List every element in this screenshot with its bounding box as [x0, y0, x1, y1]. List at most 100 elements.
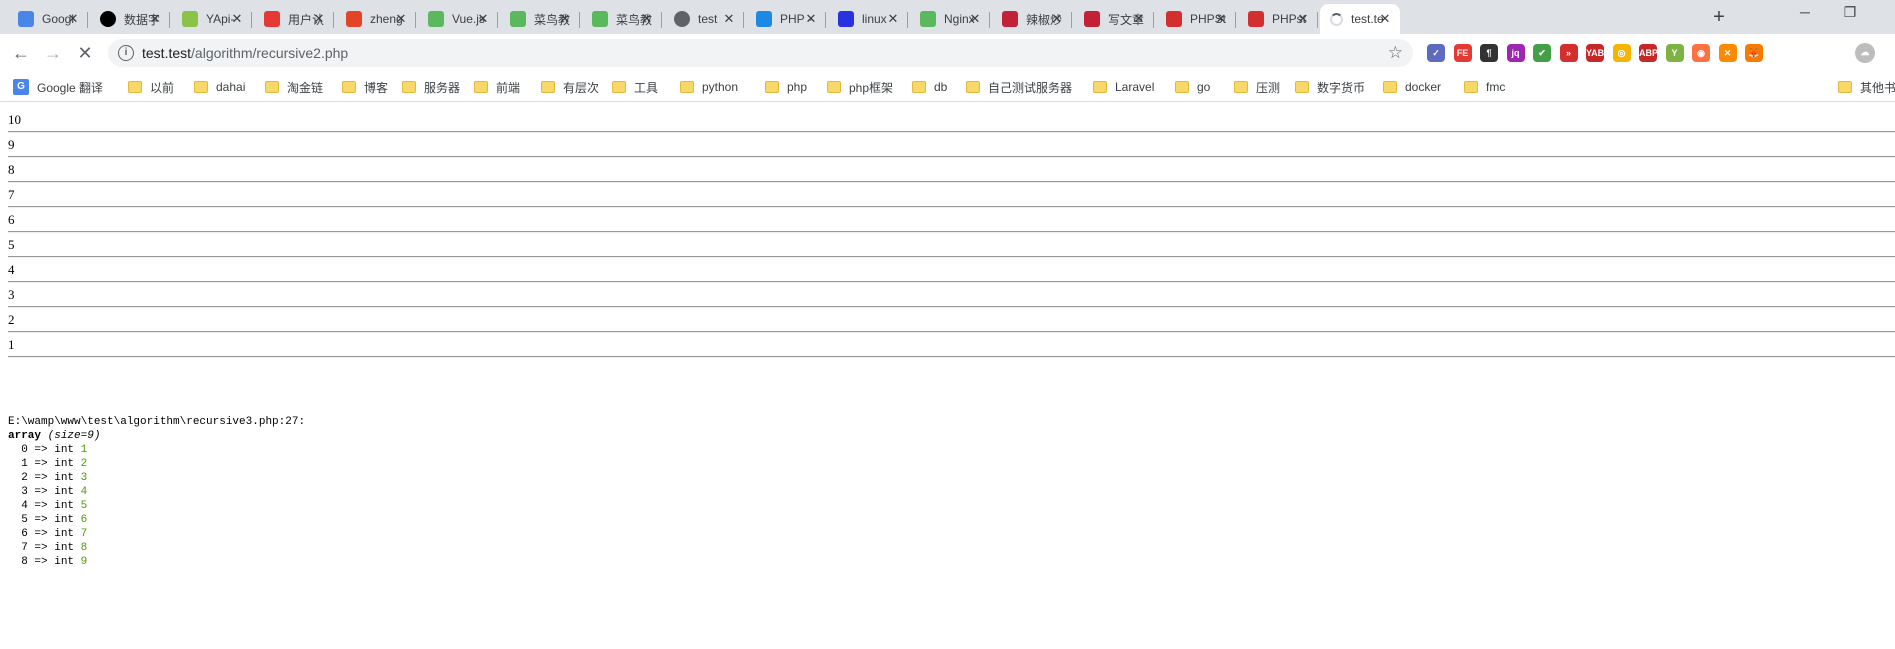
extension-forward-icon[interactable]: »: [1559, 44, 1578, 62]
extension-fe-icon[interactable]: FE: [1453, 44, 1472, 62]
address-url[interactable]: test.test/algorithm/recursive2.php: [142, 45, 348, 61]
bookmark-label: 前端: [496, 80, 521, 95]
bookmark-15[interactable]: go: [1175, 79, 1210, 95]
stop-loading-button[interactable]: ✕: [74, 42, 96, 64]
tab-8[interactable]: test ✕: [664, 4, 744, 34]
close-tab-icon[interactable]: ✕: [148, 12, 162, 26]
close-tab-icon[interactable]: ✕: [640, 12, 654, 26]
tab-14[interactable]: PHPSt ✕: [1156, 4, 1236, 34]
restore-button[interactable]: ❐: [1830, 4, 1870, 24]
bookmark-6[interactable]: 前端: [474, 79, 520, 95]
address-bar[interactable]: i test.test/algorithm/recursive2.php ☆: [108, 39, 1413, 67]
dump-key: 4: [21, 500, 28, 512]
tab-10[interactable]: linux ✕: [828, 4, 908, 34]
tab-1[interactable]: 数据字 ✕: [90, 4, 170, 34]
csdn-icon: [1002, 11, 1018, 27]
dump-type: int: [54, 528, 75, 540]
tab-7[interactable]: 菜鸟教 ✕: [582, 4, 662, 34]
extension-paragraph-icon[interactable]: ¶: [1480, 44, 1498, 62]
dump-key: 6: [21, 528, 28, 540]
bookmark-7[interactable]: 有层次: [541, 79, 599, 95]
tab-6[interactable]: 菜鸟教 ✕: [500, 4, 580, 34]
extension-fox-icon[interactable]: 🦊: [1745, 44, 1763, 62]
bookmark-20[interactable]: 其他书: [1838, 79, 1895, 95]
extension-x-icon[interactable]: ✕: [1718, 44, 1737, 62]
close-tab-icon[interactable]: ✕: [1132, 12, 1146, 26]
extension-jqp-icon[interactable]: jq: [1506, 44, 1525, 62]
bookmark-3[interactable]: 淘金链: [265, 79, 323, 95]
bookmark-label: dahai: [216, 80, 246, 94]
bookmark-label: php框架: [849, 80, 894, 95]
folder-icon: [827, 81, 841, 93]
bookmark-9[interactable]: python: [680, 79, 738, 95]
dump-key: 7: [21, 542, 28, 554]
extension-yapi-icon[interactable]: Y: [1665, 44, 1684, 62]
extension-abp-icon[interactable]: ABP: [1639, 44, 1658, 62]
close-tab-icon[interactable]: ✕: [886, 12, 900, 26]
extension-shield-icon[interactable]: ✔: [1533, 44, 1551, 62]
dump-entry: 5 => int 6: [21, 514, 88, 526]
bookmark-19[interactable]: fmc: [1464, 79, 1505, 95]
dump-value: 5: [80, 500, 88, 512]
tab-5[interactable]: Vue.js ✕: [418, 4, 498, 34]
close-tab-icon[interactable]: ✕: [66, 12, 80, 26]
bookmark-16[interactable]: 压测: [1234, 79, 1280, 95]
close-tab-icon[interactable]: ✕: [1296, 12, 1310, 26]
minimize-button[interactable]: ─: [1785, 4, 1825, 24]
bookmark-label: 淘金链: [287, 80, 324, 95]
tab-13[interactable]: 写文章 ✕: [1074, 4, 1154, 34]
close-tab-icon[interactable]: ✕: [312, 12, 326, 26]
close-tab-icon[interactable]: ✕: [968, 12, 982, 26]
tab-3[interactable]: 用户认 ✕: [254, 4, 334, 34]
back-button[interactable]: ←: [10, 42, 32, 64]
bookmark-0[interactable]: G Google 翻译: [13, 79, 103, 95]
dump-key: 5: [21, 514, 28, 526]
bookmark-8[interactable]: 工具: [612, 79, 658, 95]
site-info-icon[interactable]: i: [118, 45, 134, 61]
extension-purple-check-icon[interactable]: ✓: [1427, 44, 1445, 62]
close-tab-icon[interactable]: ✕: [1214, 12, 1228, 26]
dump-value: 4: [80, 486, 88, 498]
bookmark-star-icon[interactable]: ☆: [1388, 43, 1403, 63]
dump-type: int: [54, 486, 75, 498]
tab-16[interactable]: test.te ✕: [1320, 4, 1400, 34]
extension-chrome-ring-icon[interactable]: ◎: [1612, 44, 1631, 62]
extension-yab-icon[interactable]: YAB: [1586, 44, 1604, 62]
bookmark-5[interactable]: 服务器: [402, 79, 460, 95]
bookmark-label: 博客: [364, 80, 389, 95]
bookmark-12[interactable]: db: [912, 79, 947, 95]
horizontal-rule: [8, 281, 1895, 283]
bookmark-11[interactable]: php框架: [827, 79, 893, 95]
tab-9[interactable]: PHP - ✕: [746, 4, 826, 34]
forward-button[interactable]: →: [42, 42, 64, 64]
bookmark-10[interactable]: php: [765, 79, 807, 95]
tab-11[interactable]: Nginx ✕: [910, 4, 990, 34]
tab-2[interactable]: YApi- ✕: [172, 4, 252, 34]
close-tab-icon[interactable]: ✕: [230, 12, 244, 26]
bookmark-4[interactable]: 博客: [342, 79, 388, 95]
tab-12[interactable]: 辣椒炒 ✕: [992, 4, 1072, 34]
bookmark-17[interactable]: 数字货币: [1295, 79, 1365, 95]
tab-0[interactable]: Googl ✕: [8, 4, 88, 34]
bookmark-13[interactable]: 自己测试服务器: [966, 79, 1072, 95]
horizontal-rule: [8, 231, 1895, 233]
close-tab-icon[interactable]: ✕: [722, 12, 736, 26]
extension-orange-circle-icon[interactable]: ◉: [1692, 44, 1710, 62]
new-tab-button[interactable]: +: [1707, 7, 1731, 29]
close-tab-icon[interactable]: ✕: [558, 12, 572, 26]
bookmark-14[interactable]: Laravel: [1093, 79, 1154, 95]
close-tab-icon[interactable]: ✕: [804, 12, 818, 26]
tab-separator: [333, 12, 334, 28]
bookmark-1[interactable]: 以前: [128, 79, 174, 95]
close-tab-icon[interactable]: ✕: [1378, 12, 1392, 26]
bookmark-2[interactable]: dahai: [194, 79, 245, 95]
bookmark-18[interactable]: docker: [1383, 79, 1441, 95]
php-cn-icon: [1166, 11, 1182, 27]
tab-15[interactable]: PHPst ✕: [1238, 4, 1318, 34]
close-tab-icon[interactable]: ✕: [394, 12, 408, 26]
folder-icon: [966, 81, 980, 93]
tab-4[interactable]: zheng ✕: [336, 4, 416, 34]
close-tab-icon[interactable]: ✕: [1050, 12, 1064, 26]
profile-avatar-icon[interactable]: ☁: [1855, 43, 1875, 63]
close-tab-icon[interactable]: ✕: [476, 12, 490, 26]
